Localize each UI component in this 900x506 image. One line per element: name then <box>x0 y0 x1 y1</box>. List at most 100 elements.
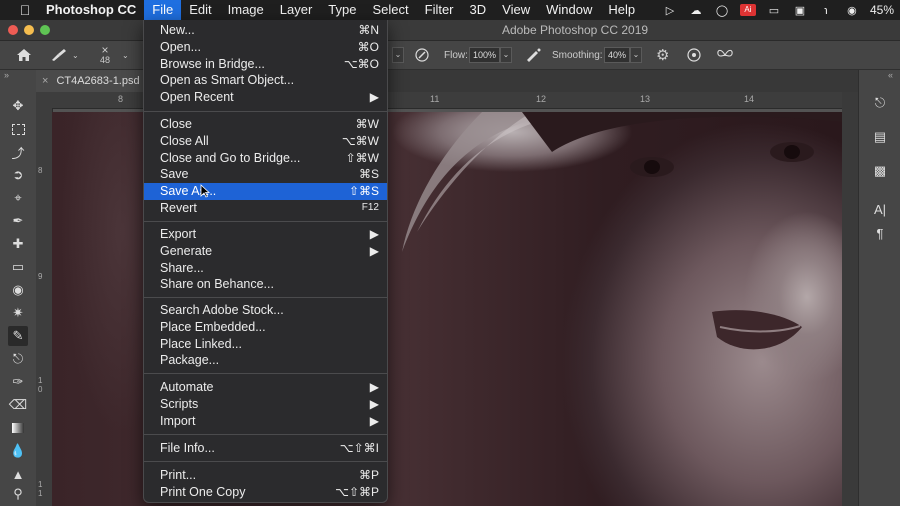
history-brush-tool-icon[interactable]: ✑ <box>8 372 28 392</box>
menu-item-close-all[interactable]: Close All ⌥⌘W <box>144 133 387 150</box>
flow-input[interactable]: 100% <box>469 47 501 63</box>
facetime-icon[interactable]: ▷ <box>662 4 678 17</box>
menu-item-search-adobe-stock[interactable]: Search Adobe Stock... <box>144 302 387 319</box>
history-panel-icon[interactable]: ⎋ <box>867 92 893 114</box>
menu-item-label: Open as Smart Object... <box>160 73 295 88</box>
healing-brush-tool-icon[interactable]: ✚ <box>8 234 28 254</box>
menu-item-file-info[interactable]: File Info... ⌥⇧⌘I <box>144 440 387 457</box>
menu-item-save-as[interactable]: Save As... ⇧⌘S <box>144 183 387 200</box>
menu-item-scripts[interactable]: Scripts ▶ <box>144 396 387 413</box>
opacity-dropdown[interactable]: ⌄ <box>392 47 404 63</box>
lasso-tool-icon[interactable]: ⤴ <box>8 142 28 162</box>
menu-app-name[interactable]: Photoshop CC <box>46 0 144 20</box>
paragraph-panel-icon[interactable]: ¶ <box>867 222 893 244</box>
menu-select[interactable]: Select <box>364 0 416 20</box>
eyedropper-tool-icon[interactable]: ✒ <box>8 211 28 231</box>
menu-item-save[interactable]: Save ⌘S <box>144 166 387 183</box>
dodge-tool-icon[interactable]: ▲ <box>8 464 28 484</box>
menu-item-print-one-copy[interactable]: Print One Copy ⌥⇧⌘P <box>144 484 387 501</box>
menu-item-browse-in-bridge[interactable]: Browse in Bridge... ⌥⌘O <box>144 56 387 73</box>
menu-item-share-on-behance[interactable]: Share on Behance... <box>144 276 387 293</box>
bluetooth-icon[interactable]: ℩ <box>818 4 834 17</box>
brush-size-chevron-icon[interactable]: ⌄ <box>122 47 129 63</box>
menu-item-place-embedded[interactable]: Place Embedded... <box>144 319 387 336</box>
menu-item-revert[interactable]: Revert F12 <box>144 200 387 217</box>
clone-stamp-tool-icon[interactable]: ⎋ <box>8 349 28 369</box>
menu-3d[interactable]: 3D <box>462 0 495 20</box>
menu-item-new[interactable]: New... ⌘N <box>144 22 387 39</box>
adjustments-panel-icon[interactable]: ▤ <box>867 126 893 148</box>
red-eye-tool-icon[interactable]: ✷ <box>8 303 28 323</box>
symmetry-butterfly-icon[interactable] <box>716 47 734 63</box>
libraries-panel-icon[interactable]: ▩ <box>867 160 893 182</box>
menu-item-export[interactable]: Export ▶ <box>144 226 387 243</box>
wifi-icon[interactable]: ◉ <box>844 4 860 17</box>
menu-item-generate[interactable]: Generate ▶ <box>144 243 387 260</box>
menu-item-label: Scripts <box>160 396 199 411</box>
pressure-opacity-icon[interactable] <box>414 47 430 63</box>
move-tool-icon[interactable]: ✥ <box>8 96 28 116</box>
home-icon[interactable] <box>16 47 32 63</box>
vertical-scrollbar[interactable] <box>842 92 858 506</box>
menu-item-automate[interactable]: Automate ▶ <box>144 379 387 396</box>
apple-icon[interactable]:  <box>18 2 32 18</box>
menu-item-open[interactable]: Open... ⌘O <box>144 39 387 56</box>
flow-dropdown[interactable]: ⌄ <box>500 47 513 63</box>
blur-tool-icon[interactable]: 💧 <box>8 441 28 461</box>
flow-label: Flow: <box>444 49 468 61</box>
menu-type[interactable]: Type <box>320 0 364 20</box>
smoothing-dropdown[interactable]: ⌄ <box>630 47 643 63</box>
gear-icon[interactable]: ⚙ <box>656 47 669 64</box>
menu-item-import[interactable]: Import ▶ <box>144 413 387 430</box>
brush-tool-icon[interactable]: ✎ <box>8 326 28 346</box>
menu-item-label: Place Linked... <box>160 336 242 351</box>
menu-layer[interactable]: Layer <box>272 0 321 20</box>
menu-item-label: Print One Copy <box>160 484 246 499</box>
window-title-bar: Adobe Photoshop CC 2019 <box>0 20 900 41</box>
menu-item-open-smart-object[interactable]: Open as Smart Object... <box>144 72 387 89</box>
menu-help[interactable]: Help <box>600 0 643 20</box>
menu-item-label: Close and Go to Bridge... <box>160 150 301 165</box>
menu-shortcut: ⇧⌘S <box>348 184 379 199</box>
gradient-tool-icon[interactable] <box>8 418 28 438</box>
creative-cloud-icon[interactable]: ☁ <box>688 4 704 17</box>
menu-image[interactable]: Image <box>220 0 272 20</box>
vpn-icon[interactable]: ◯ <box>714 4 730 17</box>
menu-item-package[interactable]: Package... <box>144 352 387 369</box>
document-tab[interactable]: × CT4A2683-1.psd <box>36 70 152 92</box>
menu-item-share[interactable]: Share... <box>144 260 387 277</box>
patch-tool-icon[interactable]: ▭ <box>8 257 28 277</box>
content-aware-tool-icon[interactable]: ◉ <box>8 280 28 300</box>
close-tab-icon[interactable]: × <box>42 75 48 87</box>
menu-item-open-recent[interactable]: Open Recent ▶ <box>144 89 387 106</box>
magnify-tool-icon[interactable]: ⚲ <box>8 484 28 504</box>
menu-item-place-linked[interactable]: Place Linked... <box>144 336 387 353</box>
brush-size-preview[interactable]: × 48 <box>100 43 110 67</box>
menu-item-label: Share... <box>160 260 204 275</box>
menu-window[interactable]: Window <box>538 0 600 20</box>
character-panel-icon[interactable]: A| <box>867 198 893 220</box>
menu-view[interactable]: View <box>494 0 538 20</box>
menu-edit[interactable]: Edit <box>181 0 219 20</box>
airbrush-icon[interactable] <box>524 47 542 63</box>
menu-item-close-go-to-bridge[interactable]: Close and Go to Bridge... ⇧⌘W <box>144 150 387 167</box>
menu-file[interactable]: File <box>144 0 182 20</box>
marquee-tool-icon[interactable] <box>8 119 28 139</box>
pressure-size-icon[interactable] <box>686 47 702 63</box>
menu-item-close[interactable]: Close ⌘W <box>144 116 387 133</box>
adobe-icon[interactable]: Ai <box>739 4 756 16</box>
menu-shortcut: ⌘O <box>357 39 379 54</box>
menu-filter[interactable]: Filter <box>417 0 462 20</box>
smoothing-input[interactable]: 40% <box>604 47 631 63</box>
menu-item-print[interactable]: Print... ⌘P <box>144 467 387 484</box>
display-icon[interactable]: ▭ <box>766 4 782 17</box>
ruler-label: 8 <box>118 94 124 104</box>
airplay-icon[interactable]: ▣ <box>792 4 808 17</box>
expand-panels-icon[interactable]: « <box>888 70 893 80</box>
quick-select-tool-icon[interactable]: ➲ <box>8 165 28 185</box>
eraser-tool-icon[interactable]: ⌫ <box>8 395 28 415</box>
collapse-panel-icon[interactable]: » <box>4 70 9 80</box>
brush-preset-icon[interactable]: ⌄ <box>50 47 79 63</box>
menu-shortcut: ⌥⌘O <box>343 56 379 71</box>
crop-tool-icon[interactable]: ⌖ <box>8 188 28 208</box>
